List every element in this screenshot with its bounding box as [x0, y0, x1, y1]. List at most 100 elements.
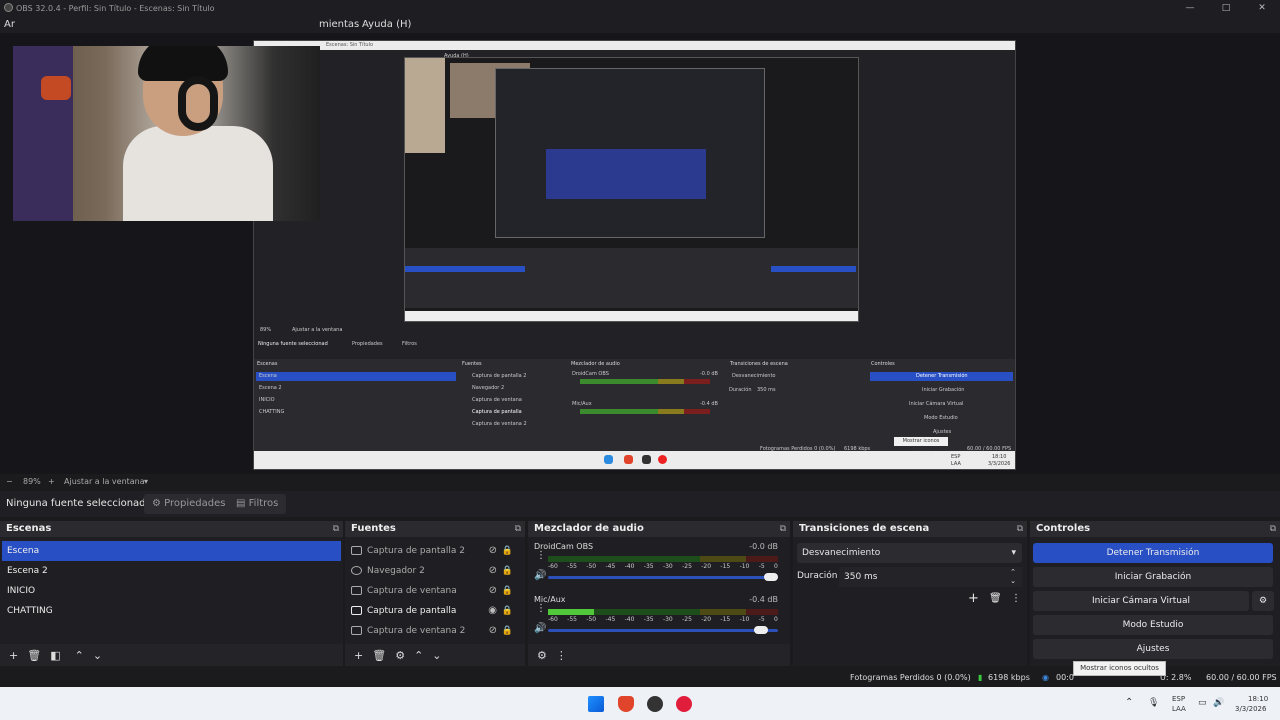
scene-item[interactable]: INICIO: [2, 581, 341, 601]
maximize-button[interactable]: □: [1208, 0, 1244, 16]
source-settings-icon[interactable]: ⚙: [395, 649, 405, 662]
menu-help[interactable]: Ayuda (H): [362, 19, 411, 30]
more-options-icon[interactable]: ⋮: [536, 604, 546, 614]
advanced-audio-icon[interactable]: ⚙: [537, 649, 547, 662]
webcam-chair: [13, 46, 73, 221]
stop-streaming-button[interactable]: Detener Transmisión: [1033, 543, 1273, 563]
source-item[interactable]: Captura de ventana ⊘ 🔒: [347, 581, 523, 601]
windows-taskbar: ⌃ 🎙 ESP LAA ▭ 🔊 18:10 3/3/2026: [0, 687, 1280, 720]
scene-item[interactable]: Escena 2: [2, 561, 341, 581]
add-scene-icon[interactable]: +: [9, 649, 18, 662]
close-button[interactable]: ✕: [1244, 0, 1280, 16]
capture-time: 18:10: [992, 454, 1007, 460]
eye-hidden-icon[interactable]: ⊘: [489, 541, 497, 561]
transition-menu-icon[interactable]: ⋮: [1011, 593, 1021, 604]
preview-canvas[interactable]: Escenas: Sin Título Ayuda (H) 89% Ajusta…: [0, 33, 1280, 474]
transition-select[interactable]: Desvanecimiento ▾: [797, 543, 1022, 563]
settings-button[interactable]: Ajustes: [1033, 639, 1273, 659]
meter-tick-label: -35: [643, 563, 654, 570]
move-down-icon[interactable]: ⌄: [93, 649, 102, 662]
scene-item[interactable]: Escena: [2, 541, 341, 561]
transitions-dock: Transiciones de escena ⧉ Desvanecimiento ▾…: [793, 521, 1027, 666]
speaker-icon[interactable]: 🔊: [534, 570, 546, 581]
eye-icon[interactable]: ◉: [488, 601, 497, 621]
properties-button[interactable]: ⚙ Propiedades: [144, 494, 234, 514]
source-item[interactable]: Captura de pantalla ◉ 🔒: [347, 601, 523, 621]
add-transition-icon[interactable]: +: [968, 591, 979, 606]
volume-knob[interactable]: [764, 573, 778, 581]
undock-icon[interactable]: ⧉: [333, 521, 339, 537]
zoom-in-button[interactable]: +: [48, 477, 55, 486]
move-up-icon[interactable]: ⌃: [414, 649, 423, 662]
scene-filters-icon[interactable]: ◧: [50, 649, 60, 662]
more-options-icon[interactable]: ⋮: [536, 551, 546, 561]
recording-app-icon[interactable]: [676, 696, 692, 712]
scene-item[interactable]: CHATTING: [2, 601, 341, 621]
source-item[interactable]: Captura de pantalla 2 ⊘ 🔒: [347, 541, 523, 561]
capture-ctl-1: Detener Transmisión: [916, 373, 968, 379]
lock-icon[interactable]: 🔒: [502, 601, 513, 621]
capture-source-2: Navegador 2: [472, 385, 505, 391]
lock-icon[interactable]: 🔒: [502, 581, 513, 601]
source-item[interactable]: Captura de ventana 2 ⊘ 🔒: [347, 621, 523, 641]
volume-slider[interactable]: [548, 629, 778, 632]
capture-mixer-ch2-db: -0.4 dB: [700, 401, 718, 407]
fit-to-window-button[interactable]: Ajustar a la ventana: [64, 477, 145, 486]
start-virtual-camera-button[interactable]: Iniciar Cámara Virtual: [1033, 591, 1249, 611]
language-indicator[interactable]: ESP: [1172, 695, 1185, 703]
virtual-camera-settings-button[interactable]: ⚙: [1252, 591, 1274, 611]
volume-knob[interactable]: [754, 626, 768, 634]
eye-hidden-icon[interactable]: ⊘: [489, 621, 497, 641]
undock-icon[interactable]: ⧉: [515, 521, 521, 537]
mixer-menu-icon[interactable]: ⋮: [556, 649, 567, 662]
monitor-icon: [351, 546, 362, 555]
minimize-button[interactable]: —: [1172, 0, 1208, 16]
capture-meter-2: [580, 409, 710, 414]
undock-icon[interactable]: ⧉: [1017, 521, 1023, 537]
keyboard-layout[interactable]: LAA: [1172, 705, 1186, 713]
gear-icon: ⚙: [152, 498, 165, 509]
remove-scene-icon[interactable]: 🗑: [27, 649, 41, 662]
windows-start-icon[interactable]: [588, 696, 604, 712]
start-recording-button[interactable]: Iniciar Grabación: [1033, 567, 1273, 587]
microphone-icon[interactable]: 🎙: [1148, 698, 1159, 708]
clock-date[interactable]: 3/3/2026: [1235, 705, 1266, 713]
studio-mode-button[interactable]: Modo Estudio: [1033, 615, 1273, 635]
obs-app-icon[interactable]: [647, 696, 663, 712]
source-item[interactable]: Navegador 2 ⊘ 🔒: [347, 561, 523, 581]
window-title: OBS 32.0.4 - Perfil: Sin Título - Escena…: [16, 3, 215, 13]
move-down-icon[interactable]: ⌄: [432, 649, 441, 662]
remove-transition-icon[interactable]: 🗑: [989, 593, 1002, 604]
speaker-icon[interactable]: 🔊: [534, 623, 546, 634]
menu-file-partial[interactable]: Ar: [4, 19, 15, 30]
undock-icon[interactable]: ⧉: [780, 521, 786, 537]
zoom-out-button[interactable]: −: [6, 477, 13, 486]
source-label: Captura de ventana: [367, 586, 457, 596]
scenes-title: Escenas: [6, 523, 52, 534]
brave-browser-icon[interactable]: [618, 696, 634, 712]
volume-icon[interactable]: 🔊: [1213, 698, 1224, 708]
scenes-list: Escena Escena 2 INICIO CHATTING: [2, 541, 341, 621]
lock-icon[interactable]: 🔒: [502, 561, 513, 581]
network-icon[interactable]: ▭: [1198, 698, 1207, 708]
clock-time[interactable]: 18:10: [1248, 695, 1268, 703]
eye-hidden-icon[interactable]: ⊘: [489, 581, 497, 601]
add-source-icon[interactable]: +: [354, 649, 363, 662]
bitrate: 6198 kbps: [988, 673, 1030, 682]
transition-selected: Desvanecimiento: [802, 548, 881, 558]
undock-icon[interactable]: ⧉: [1270, 521, 1276, 537]
eye-hidden-icon[interactable]: ⊘: [489, 561, 497, 581]
lock-icon[interactable]: 🔒: [502, 621, 513, 641]
filters-button[interactable]: ▤ Filtros: [228, 494, 287, 514]
meter-tick-label: 0: [774, 563, 778, 570]
fit-dropdown-icon[interactable]: ▾: [144, 477, 148, 486]
move-up-icon[interactable]: ⌃: [75, 649, 84, 662]
menu-tools-partial[interactable]: mientas: [319, 19, 359, 30]
capture-fit: Ajustar a la ventana: [292, 327, 343, 333]
volume-slider[interactable]: [548, 576, 778, 579]
lock-icon[interactable]: 🔒: [502, 541, 513, 561]
duration-spinbox[interactable]: 350 ms ⌃ ⌄: [839, 567, 1022, 587]
remove-source-icon[interactable]: 🗑: [372, 649, 386, 662]
show-hidden-icons-chevron[interactable]: ⌃: [1125, 697, 1133, 708]
spin-arrows-icon[interactable]: ⌃ ⌄: [1010, 568, 1016, 586]
